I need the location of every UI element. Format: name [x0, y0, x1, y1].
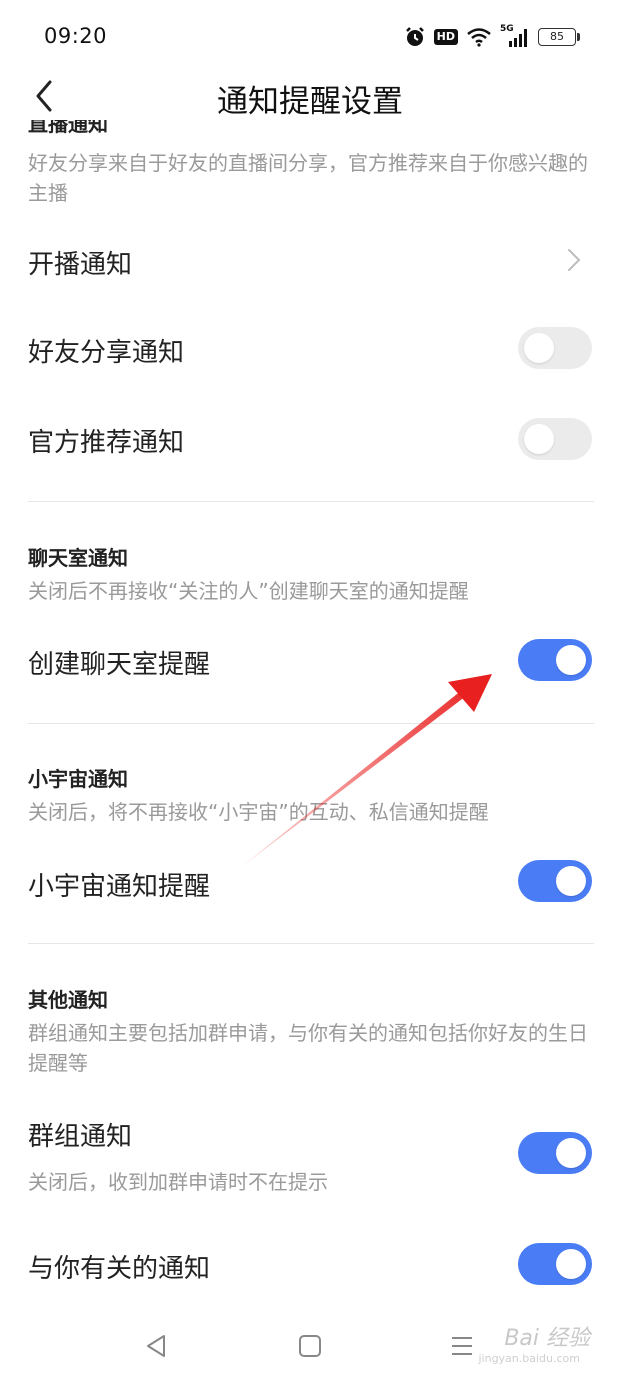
nav-back-icon[interactable] — [136, 1326, 176, 1366]
toggle-knob — [524, 333, 554, 363]
universe-section-title: 小宇宙通知 — [28, 767, 128, 791]
divider — [28, 723, 594, 724]
nav-home-icon[interactable] — [290, 1326, 330, 1366]
related-notification-label: 与你有关的通知 — [28, 1254, 211, 1284]
system-nav-bar: Bai 经验 jingyan.baidu.com — [0, 1290, 620, 1386]
alarm-icon — [405, 27, 424, 46]
friend-share-toggle[interactable] — [518, 327, 592, 369]
signal-group: 5G — [500, 24, 530, 48]
battery-icon: 85 — [538, 28, 580, 46]
chevron-right-icon[interactable] — [564, 246, 584, 274]
other-section-title: 其他通知 — [28, 988, 108, 1012]
group-notification-sub: 关闭后，收到加群申请时不在提示 — [28, 1170, 328, 1194]
universe-toggle[interactable] — [518, 860, 592, 902]
chatroom-section-title: 聊天室通知 — [28, 546, 128, 570]
group-notification-toggle[interactable] — [518, 1132, 592, 1174]
live-start-notification[interactable]: 开播通知 — [28, 244, 132, 281]
watermark: Bai 经验 — [504, 1326, 590, 1351]
nav-menu-icon[interactable] — [442, 1326, 482, 1366]
other-description: 群组通知主要包括加群申请，与你有关的通知包括你好友的生日提醒等 — [28, 1021, 588, 1075]
universe-description: 关闭后，将不再接收“小宇宙”的互动、私信通知提醒 — [28, 800, 489, 824]
toggle-knob — [556, 866, 586, 896]
toggle-knob — [556, 1249, 586, 1279]
hd-badge: HD — [433, 29, 458, 45]
nav-bar: 通知提醒设置 — [0, 70, 620, 120]
status-time: 09:20 — [44, 24, 108, 48]
toggle-knob — [524, 424, 554, 454]
wifi-icon — [467, 28, 491, 47]
toggle-knob — [556, 1138, 586, 1168]
create-chatroom-reminder-label: 创建聊天室提醒 — [28, 650, 211, 680]
page-title: 通知提醒设置 — [217, 84, 403, 120]
chatroom-description: 关闭后不再接收“关注的人”创建聊天室的通知提醒 — [28, 579, 469, 603]
status-icons: HD 5G 85 — [404, 24, 580, 50]
create-chatroom-toggle[interactable] — [518, 639, 592, 681]
related-notification-toggle[interactable] — [518, 1243, 592, 1285]
settings-list[interactable]: 直播通知 好友分享来自于好友的直播间分享，官方推荐来自于你感兴趣的主播 开播通知… — [0, 120, 620, 1290]
live-section-title: 直播通知 — [28, 120, 108, 136]
live-description: 好友分享来自于好友的直播间分享，官方推荐来自于你感兴趣的主播 — [28, 151, 588, 205]
friend-share-notification-label: 好友分享通知 — [28, 338, 185, 368]
signal-icon — [509, 29, 527, 47]
toggle-knob — [556, 645, 586, 675]
status-bar: 09:20 HD 5G 85 — [0, 0, 620, 70]
divider — [28, 943, 594, 944]
official-recommend-toggle[interactable] — [518, 418, 592, 460]
universe-reminder-label: 小宇宙通知提醒 — [28, 872, 211, 902]
group-notification-label: 群组通知 — [28, 1122, 133, 1152]
official-recommend-notification-label: 官方推荐通知 — [28, 428, 185, 458]
watermark-sub: jingyan.baidu.com — [478, 1352, 580, 1365]
divider — [28, 501, 594, 502]
